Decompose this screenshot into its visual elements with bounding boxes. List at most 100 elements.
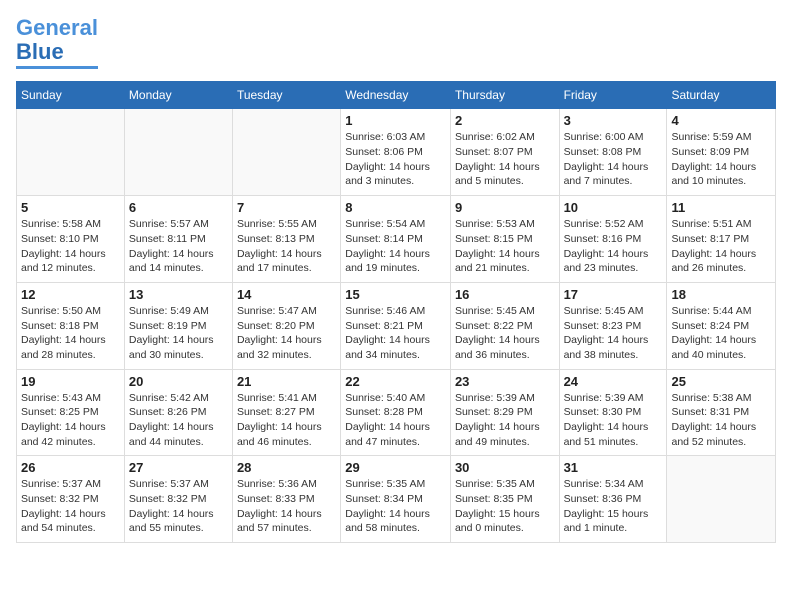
day-info: Sunrise: 5:52 AM Sunset: 8:16 PM Dayligh…: [564, 217, 663, 276]
day-info: Sunrise: 5:53 AM Sunset: 8:15 PM Dayligh…: [455, 217, 555, 276]
calendar-cell: 23Sunrise: 5:39 AM Sunset: 8:29 PM Dayli…: [450, 369, 559, 456]
calendar-cell: 19 Sunrise: 5:43 AM Sunset: 8:25 PM Dayli…: [17, 369, 125, 456]
day-info: Sunrise: 6:02 AM Sunset: 8:07 PM Dayligh…: [455, 130, 555, 189]
weekday-header: Sunday: [17, 82, 125, 109]
day-number: 13: [129, 287, 228, 302]
calendar-week-row: 26 Sunrise: 5:37 AM Sunset: 8:32 PM Dayli…: [17, 456, 776, 543]
day-number: 26: [21, 460, 120, 475]
page-header: GeneralBlue: [16, 16, 776, 69]
calendar-cell: 22 Sunrise: 5:40 AM Sunset: 8:28 PM Dayli…: [341, 369, 451, 456]
calendar-cell: 13 Sunrise: 5:49 AM Sunset: 8:19 PM Dayli…: [124, 282, 232, 369]
day-info: Sunrise: 5:46 AM Sunset: 8:21 PM Dayligh…: [345, 304, 446, 363]
day-info: Sunrise: 5:54 AM Sunset: 8:14 PM Dayligh…: [345, 217, 446, 276]
calendar-cell: 2 Sunrise: 6:02 AM Sunset: 8:07 PM Daylig…: [450, 109, 559, 196]
day-number: 10: [564, 200, 663, 215]
calendar-cell: 11Sunrise: 5:51 AM Sunset: 8:17 PM Dayli…: [667, 196, 776, 283]
day-info: Sunrise: 5:41 AM Sunset: 8:27 PM Dayligh…: [237, 391, 336, 450]
day-info: Sunrise: 5:39 AM Sunset: 8:30 PM Dayligh…: [564, 391, 663, 450]
logo: GeneralBlue: [16, 16, 98, 69]
day-info: Sunrise: 5:40 AM Sunset: 8:28 PM Dayligh…: [345, 391, 446, 450]
calendar-cell: [667, 456, 776, 543]
calendar-cell: 8 Sunrise: 5:54 AM Sunset: 8:14 PM Daylig…: [341, 196, 451, 283]
day-info: Sunrise: 5:43 AM Sunset: 8:25 PM Dayligh…: [21, 391, 120, 450]
day-number: 16: [455, 287, 555, 302]
calendar-cell: 7Sunrise: 5:55 AM Sunset: 8:13 PM Daylig…: [232, 196, 340, 283]
day-number: 27: [129, 460, 228, 475]
logo-text: GeneralBlue: [16, 16, 98, 64]
calendar-cell: 26 Sunrise: 5:37 AM Sunset: 8:32 PM Dayli…: [17, 456, 125, 543]
calendar-cell: 18 Sunrise: 5:44 AM Sunset: 8:24 PM Dayli…: [667, 282, 776, 369]
day-info: Sunrise: 5:58 AM Sunset: 8:10 PM Dayligh…: [21, 217, 120, 276]
day-info: Sunrise: 5:44 AM Sunset: 8:24 PM Dayligh…: [671, 304, 771, 363]
day-number: 28: [237, 460, 336, 475]
day-info: Sunrise: 5:36 AM Sunset: 8:33 PM Dayligh…: [237, 477, 336, 536]
calendar-cell: 5 Sunrise: 5:58 AM Sunset: 8:10 PM Daylig…: [17, 196, 125, 283]
calendar-cell: 31 Sunrise: 5:34 AM Sunset: 8:36 PM Dayli…: [559, 456, 667, 543]
weekday-header: Friday: [559, 82, 667, 109]
day-number: 30: [455, 460, 555, 475]
calendar-cell: 14 Sunrise: 5:47 AM Sunset: 8:20 PM Dayli…: [232, 282, 340, 369]
day-number: 9: [455, 200, 555, 215]
day-number: 11: [671, 200, 771, 215]
calendar-week-row: 5 Sunrise: 5:58 AM Sunset: 8:10 PM Daylig…: [17, 196, 776, 283]
day-number: 6: [129, 200, 228, 215]
weekday-header: Thursday: [450, 82, 559, 109]
calendar-cell: 17 Sunrise: 5:45 AM Sunset: 8:23 PM Dayli…: [559, 282, 667, 369]
calendar-cell: 9 Sunrise: 5:53 AM Sunset: 8:15 PM Daylig…: [450, 196, 559, 283]
calendar-cell: 27 Sunrise: 5:37 AM Sunset: 8:32 PM Dayli…: [124, 456, 232, 543]
weekday-header: Wednesday: [341, 82, 451, 109]
day-info: Sunrise: 5:50 AM Sunset: 8:18 PM Dayligh…: [21, 304, 120, 363]
day-number: 18: [671, 287, 771, 302]
day-info: Sunrise: 5:49 AM Sunset: 8:19 PM Dayligh…: [129, 304, 228, 363]
day-info: Sunrise: 6:03 AM Sunset: 8:06 PM Dayligh…: [345, 130, 446, 189]
day-info: Sunrise: 5:35 AM Sunset: 8:35 PM Dayligh…: [455, 477, 555, 536]
day-number: 20: [129, 374, 228, 389]
day-info: Sunrise: 5:35 AM Sunset: 8:34 PM Dayligh…: [345, 477, 446, 536]
calendar-cell: 25 Sunrise: 5:38 AM Sunset: 8:31 PM Dayli…: [667, 369, 776, 456]
calendar-cell: 20 Sunrise: 5:42 AM Sunset: 8:26 PM Dayli…: [124, 369, 232, 456]
day-info: Sunrise: 5:37 AM Sunset: 8:32 PM Dayligh…: [129, 477, 228, 536]
calendar-cell: [124, 109, 232, 196]
day-number: 21: [237, 374, 336, 389]
calendar-cell: 16Sunrise: 5:45 AM Sunset: 8:22 PM Dayli…: [450, 282, 559, 369]
day-number: 2: [455, 113, 555, 128]
weekday-header: Tuesday: [232, 82, 340, 109]
day-number: 19: [21, 374, 120, 389]
day-info: Sunrise: 5:45 AM Sunset: 8:23 PM Dayligh…: [564, 304, 663, 363]
calendar-table: SundayMondayTuesdayWednesdayThursdayFrid…: [16, 81, 776, 543]
day-number: 1: [345, 113, 446, 128]
day-number: 29: [345, 460, 446, 475]
day-number: 22: [345, 374, 446, 389]
day-info: Sunrise: 5:47 AM Sunset: 8:20 PM Dayligh…: [237, 304, 336, 363]
day-info: Sunrise: 5:59 AM Sunset: 8:09 PM Dayligh…: [671, 130, 771, 189]
day-info: Sunrise: 5:42 AM Sunset: 8:26 PM Dayligh…: [129, 391, 228, 450]
logo-underline: [16, 66, 98, 69]
day-info: Sunrise: 5:38 AM Sunset: 8:31 PM Dayligh…: [671, 391, 771, 450]
day-number: 3: [564, 113, 663, 128]
day-number: 8: [345, 200, 446, 215]
calendar-cell: [232, 109, 340, 196]
calendar-header-row: SundayMondayTuesdayWednesdayThursdayFrid…: [17, 82, 776, 109]
day-info: Sunrise: 5:39 AM Sunset: 8:29 PM Dayligh…: [455, 391, 555, 450]
day-info: Sunrise: 5:57 AM Sunset: 8:11 PM Dayligh…: [129, 217, 228, 276]
weekday-header: Saturday: [667, 82, 776, 109]
calendar-week-row: 19 Sunrise: 5:43 AM Sunset: 8:25 PM Dayli…: [17, 369, 776, 456]
day-info: Sunrise: 5:37 AM Sunset: 8:32 PM Dayligh…: [21, 477, 120, 536]
day-number: 12: [21, 287, 120, 302]
calendar-cell: 3Sunrise: 6:00 AM Sunset: 8:08 PM Daylig…: [559, 109, 667, 196]
calendar-cell: 10 Sunrise: 5:52 AM Sunset: 8:16 PM Dayli…: [559, 196, 667, 283]
day-number: 31: [564, 460, 663, 475]
day-number: 4: [671, 113, 771, 128]
calendar-cell: 28 Sunrise: 5:36 AM Sunset: 8:33 PM Dayli…: [232, 456, 340, 543]
calendar-cell: 4 Sunrise: 5:59 AM Sunset: 8:09 PM Daylig…: [667, 109, 776, 196]
day-info: Sunrise: 5:34 AM Sunset: 8:36 PM Dayligh…: [564, 477, 663, 536]
day-number: 5: [21, 200, 120, 215]
day-number: 25: [671, 374, 771, 389]
calendar-cell: 1 Sunrise: 6:03 AM Sunset: 8:06 PM Daylig…: [341, 109, 451, 196]
day-number: 15: [345, 287, 446, 302]
day-number: 17: [564, 287, 663, 302]
calendar-cell: 21 Sunrise: 5:41 AM Sunset: 8:27 PM Dayli…: [232, 369, 340, 456]
calendar-cell: [17, 109, 125, 196]
day-number: 14: [237, 287, 336, 302]
day-number: 7: [237, 200, 336, 215]
